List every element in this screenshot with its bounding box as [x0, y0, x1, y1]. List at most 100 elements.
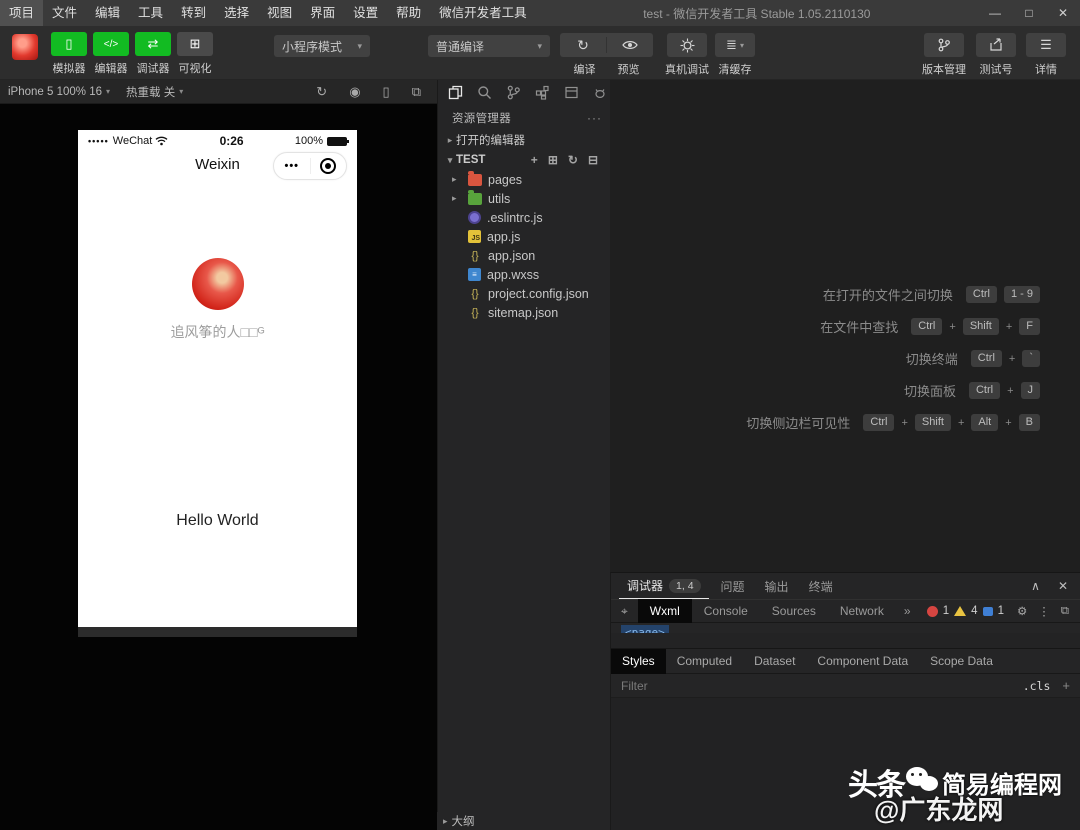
- float-window-icon[interactable]: ⧉: [412, 84, 421, 100]
- tab-component-data[interactable]: Component Data: [806, 649, 919, 674]
- plugin-bug-icon[interactable]: [593, 87, 607, 99]
- menu-settings[interactable]: 设置: [344, 0, 387, 26]
- new-file-icon[interactable]: +: [531, 153, 538, 167]
- tree-item-appjs[interactable]: JS app.js: [438, 227, 610, 246]
- outline-section[interactable]: ▸ 大纲: [437, 812, 610, 830]
- code-icon: </>: [103, 38, 119, 50]
- chevron-down-icon: ▾: [739, 40, 744, 50]
- menu-help[interactable]: 帮助: [387, 0, 430, 26]
- menu-project[interactable]: 项目: [0, 0, 44, 26]
- refresh-icon: ↻: [577, 36, 589, 53]
- menu-devtools[interactable]: 微信开发者工具: [430, 0, 536, 26]
- clear-cache-button[interactable]: ≣ ▾ 清缓存: [715, 33, 755, 77]
- menu-edit[interactable]: 编辑: [86, 0, 129, 26]
- simulator-icon: ▯: [65, 36, 73, 51]
- record-screen-icon[interactable]: ◉: [349, 84, 360, 100]
- collapse-all-icon[interactable]: ⊟: [588, 153, 598, 167]
- selected-node[interactable]: <page>: [621, 625, 669, 633]
- new-folder-icon[interactable]: ⊞: [548, 153, 558, 167]
- tree-item-projectconfig[interactable]: {} project.config.json: [438, 284, 610, 303]
- error-count[interactable]: 1: [943, 605, 949, 617]
- twisty-icon: ▾: [447, 154, 453, 165]
- menu-file[interactable]: 文件: [43, 0, 86, 26]
- filter-input[interactable]: [621, 678, 1023, 693]
- real-device-debug-button[interactable]: 真机调试: [665, 33, 709, 77]
- new-style-rule-label[interactable]: .cls: [1023, 679, 1051, 693]
- minimize-button[interactable]: —: [978, 0, 1012, 26]
- message-count[interactable]: 1: [998, 605, 1004, 617]
- hot-reload-select[interactable]: 热重载 关 ▾: [118, 84, 191, 100]
- tree-item-sitemap[interactable]: {} sitemap.json: [438, 303, 610, 322]
- refresh-explorer-icon[interactable]: ↻: [568, 153, 578, 167]
- tab-sources[interactable]: Sources: [760, 599, 828, 623]
- user-profile-avatar[interactable]: [191, 258, 244, 310]
- tab-wxml[interactable]: Wxml: [637, 599, 692, 623]
- phone-screen: ••••• WeChat 0:26 100% Weixin ••• 追风筝的人□…: [78, 130, 357, 627]
- device-select[interactable]: iPhone 5 100% 16 ▾: [0, 86, 118, 98]
- tree-item-eslintrc[interactable]: .eslintrc.js: [438, 208, 610, 227]
- tab-terminal[interactable]: 终端: [801, 573, 841, 599]
- tab-overflow-icon[interactable]: »: [896, 604, 919, 618]
- tab-styles[interactable]: Styles: [611, 648, 666, 674]
- tab-network[interactable]: Network: [828, 599, 896, 623]
- app-window: 项目 文件 编辑 工具 转到 选择 视图 界面 设置 帮助 微信开发者工具 te…: [0, 0, 1080, 830]
- exit-miniprogram-button[interactable]: [311, 158, 347, 174]
- warning-count[interactable]: 4: [971, 605, 977, 617]
- test-account-button[interactable]: 测试号: [976, 33, 1016, 77]
- settings-gear-icon[interactable]: ⚙: [1009, 604, 1030, 618]
- phone-footer-bar: [78, 627, 357, 637]
- tab-debugger[interactable]: 调试器 1, 4: [619, 573, 709, 599]
- error-icon: [926, 605, 938, 617]
- search-icon[interactable]: [477, 85, 492, 100]
- compile-button[interactable]: ↻: [560, 33, 606, 57]
- more-menu-button[interactable]: •••: [274, 160, 310, 172]
- capsule-menu: •••: [273, 152, 347, 180]
- tree-item-pages[interactable]: ▸ pages: [438, 170, 610, 189]
- source-control-icon[interactable]: [506, 85, 521, 100]
- tab-scope-data[interactable]: Scope Data: [919, 649, 1004, 674]
- menu-tools[interactable]: 工具: [129, 0, 172, 26]
- device-frame-icon[interactable]: ▯: [383, 84, 390, 100]
- project-root-section[interactable]: ▾ TEST + ⊞ ↻ ⊟: [438, 150, 610, 170]
- menu-select[interactable]: 选择: [215, 0, 258, 26]
- compile-mode-select[interactable]: 普通编译 ▾: [428, 35, 550, 57]
- simulator-toggle-button[interactable]: ▯ 模拟器: [51, 32, 87, 76]
- tab-computed[interactable]: Computed: [666, 649, 743, 674]
- js-file-icon: JS: [468, 230, 481, 243]
- tab-console[interactable]: Console: [692, 599, 760, 623]
- preview-button[interactable]: [607, 33, 653, 57]
- tree-item-appjson[interactable]: {} app.json: [438, 246, 610, 265]
- plus-sign: +: [901, 416, 908, 429]
- tab-problems[interactable]: 问题: [713, 573, 753, 599]
- files-icon[interactable]: [448, 85, 463, 100]
- details-button[interactable]: ☰ 详情: [1026, 33, 1066, 77]
- menu-view[interactable]: 视图: [258, 0, 301, 26]
- close-button[interactable]: ✕: [1046, 0, 1080, 26]
- visualizer-toggle-button[interactable]: ⊞ 可视化: [177, 32, 213, 76]
- dock-side-icon[interactable]: ⧉: [1058, 605, 1072, 618]
- tree-item-utils[interactable]: ▸ utils: [438, 189, 610, 208]
- add-style-icon[interactable]: +: [1062, 678, 1070, 693]
- kebab-menu-icon[interactable]: ⋮: [1035, 604, 1053, 618]
- mode-select[interactable]: 小程序模式 ▾: [274, 35, 370, 57]
- tab-dataset[interactable]: Dataset: [743, 649, 806, 674]
- version-manage-button[interactable]: 版本管理: [922, 33, 966, 77]
- rotate-device-icon[interactable]: ↻: [316, 84, 327, 100]
- open-editors-section[interactable]: ▸ 打开的编辑器: [438, 130, 610, 150]
- editor-toggle-button[interactable]: </> 编辑器: [93, 32, 129, 76]
- more-actions-icon[interactable]: ···: [587, 111, 602, 125]
- close-panel-icon[interactable]: ✕: [1058, 579, 1068, 593]
- maximize-button[interactable]: □: [1012, 0, 1046, 26]
- extensions-icon[interactable]: [535, 85, 550, 100]
- inspect-element-icon[interactable]: ⌖: [611, 604, 638, 619]
- message-icon: [982, 606, 993, 616]
- debugger-toggle-button[interactable]: ⇄ 调试器: [135, 32, 171, 76]
- version-manage-label: 版本管理: [922, 64, 966, 76]
- menu-interface[interactable]: 界面: [301, 0, 344, 26]
- tab-output[interactable]: 输出: [757, 573, 797, 599]
- user-avatar[interactable]: [12, 34, 38, 60]
- window-panel-icon[interactable]: [564, 85, 579, 100]
- menu-goto[interactable]: 转到: [172, 0, 215, 26]
- tree-item-appwxss[interactable]: ≡ app.wxss: [438, 265, 610, 284]
- collapse-panel-icon[interactable]: ∧: [1031, 579, 1040, 593]
